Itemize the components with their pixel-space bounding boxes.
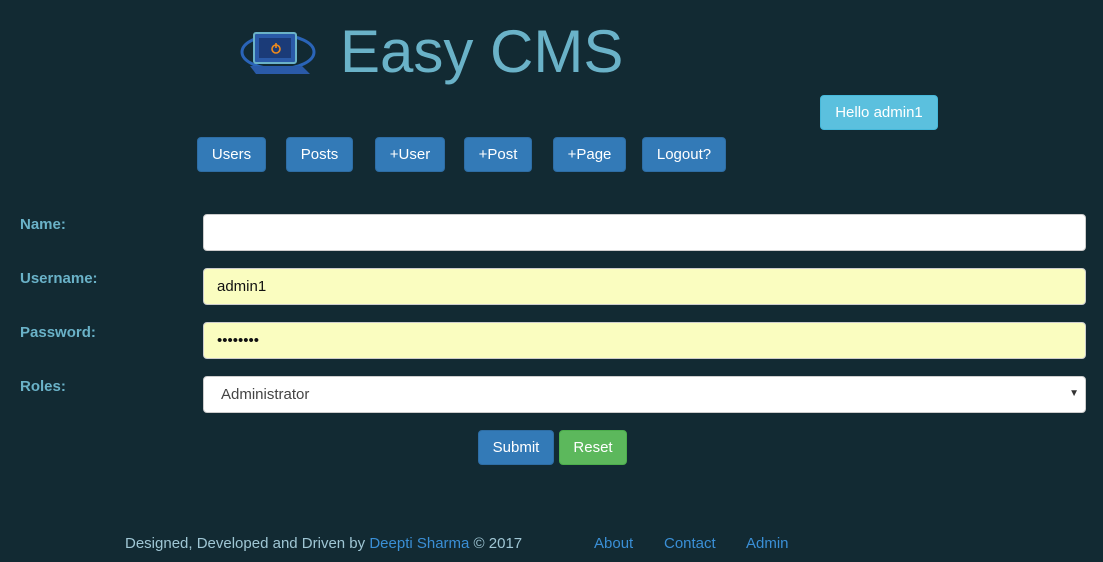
username-label: Username:	[20, 270, 98, 287]
logo-icon	[240, 28, 318, 80]
footer-credit-suffix: © 2017	[469, 535, 523, 552]
footer-link-contact[interactable]: Contact	[664, 535, 716, 552]
submit-button[interactable]: Submit	[478, 430, 554, 465]
roles-select-value: Administrator	[221, 386, 310, 403]
nav-logout-button[interactable]: Logout?	[642, 137, 726, 172]
nav-add-user-button[interactable]: +User	[375, 137, 445, 172]
footer-credit-prefix: Designed, Developed and Driven by	[125, 535, 370, 552]
nav-users-button[interactable]: Users	[197, 137, 266, 172]
footer-link-about[interactable]: About	[594, 535, 633, 552]
chevron-down-icon: ▼	[1069, 388, 1079, 399]
name-input[interactable]	[203, 214, 1086, 251]
footer-credit: Designed, Developed and Driven by Deepti…	[125, 535, 522, 552]
roles-select[interactable]: Administrator ▼	[203, 376, 1086, 413]
nav-add-page-button[interactable]: +Page	[553, 137, 626, 172]
username-input[interactable]: admin1	[203, 268, 1086, 305]
footer-link-admin[interactable]: Admin	[746, 535, 789, 552]
reset-button[interactable]: Reset	[559, 430, 627, 465]
user-greeting-button[interactable]: Hello admin1	[820, 95, 938, 130]
app-title: Easy CMS	[340, 18, 624, 85]
password-label: Password:	[20, 324, 96, 341]
nav-add-post-button[interactable]: +Post	[464, 137, 532, 172]
password-input[interactable]: ••••••••	[203, 322, 1086, 359]
footer-author-link[interactable]: Deepti Sharma	[369, 535, 469, 552]
name-label: Name:	[20, 216, 66, 233]
roles-label: Roles:	[20, 378, 66, 395]
nav-posts-button[interactable]: Posts	[286, 137, 353, 172]
